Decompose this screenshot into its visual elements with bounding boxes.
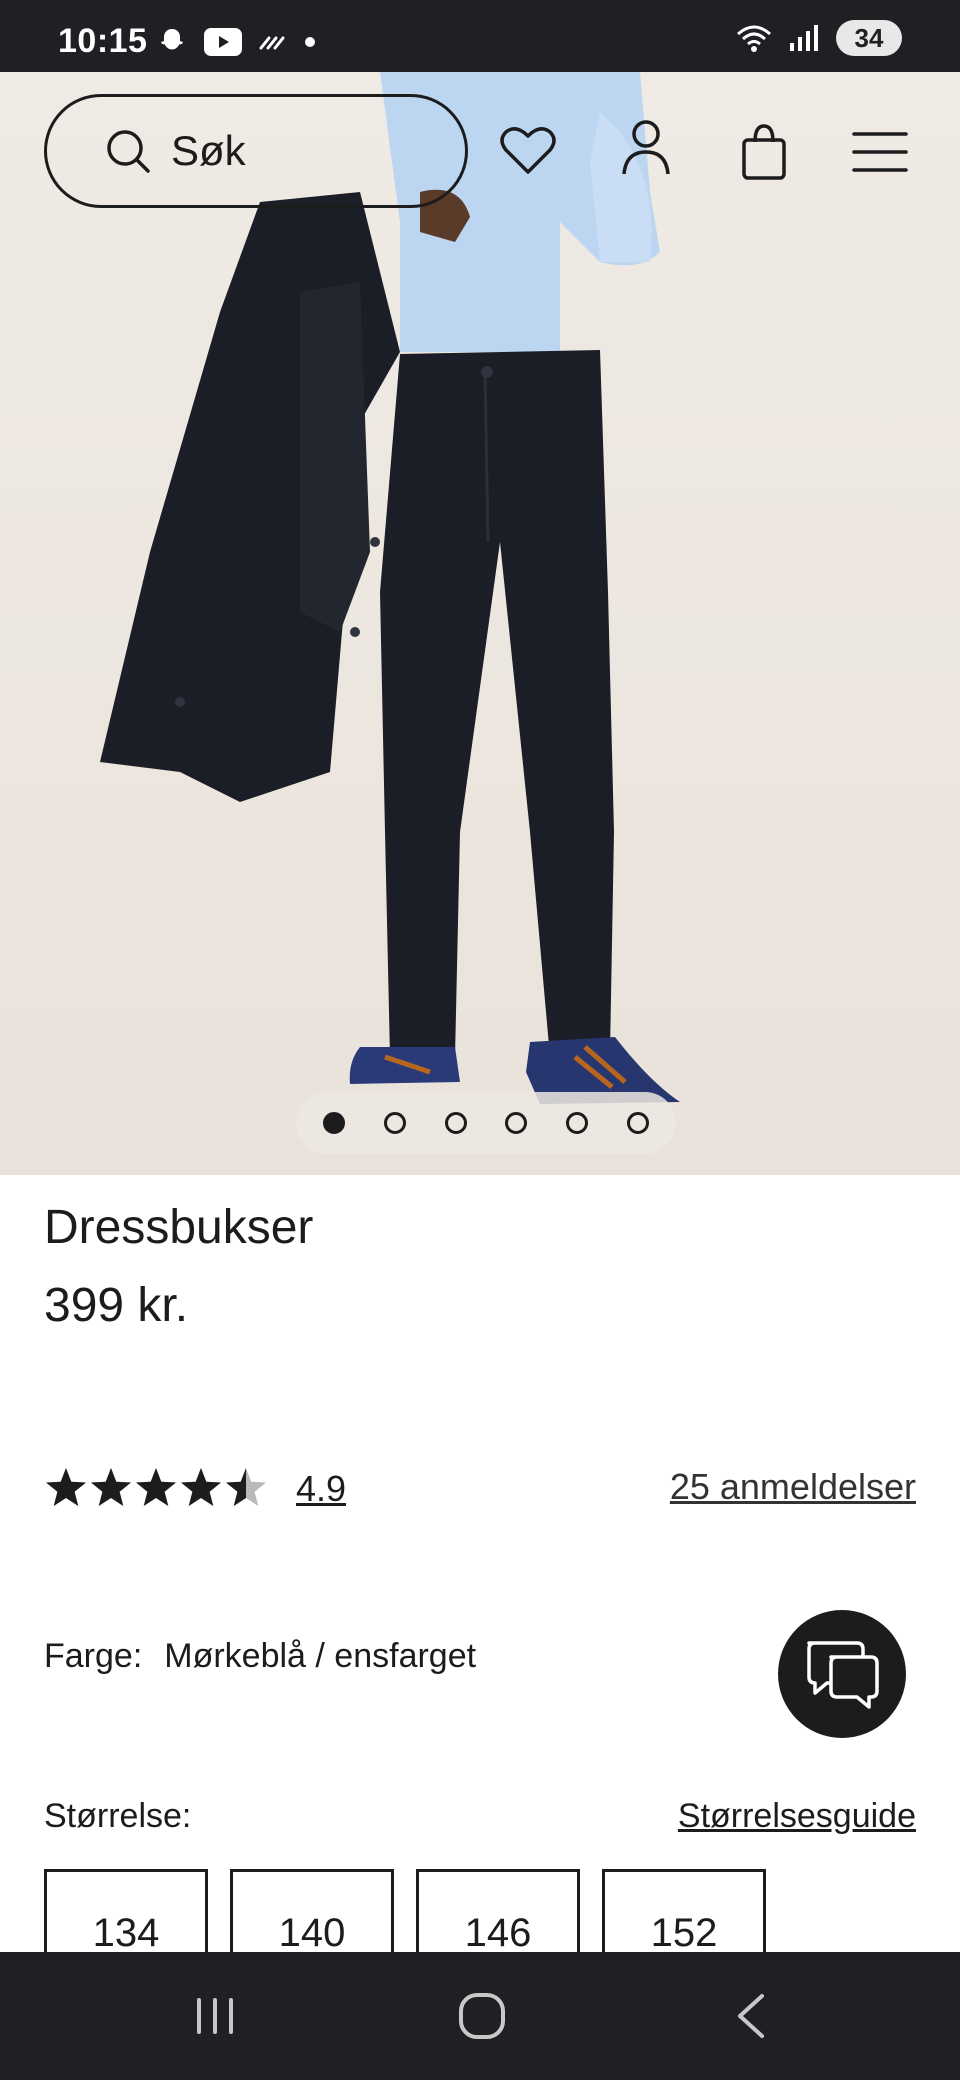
color-label: Farge: <box>44 1637 143 1675</box>
system-navigation-bar <box>0 1952 960 2080</box>
heart-icon[interactable] <box>498 120 558 180</box>
missed-call-icon <box>259 36 285 50</box>
dot-icon <box>305 37 315 47</box>
carousel-dot[interactable] <box>505 1112 528 1134</box>
user-icon[interactable] <box>616 118 676 178</box>
color-selection: Farge: Mørkeblå / ensfarget <box>44 1637 476 1676</box>
chat-button[interactable] <box>778 1610 906 1738</box>
product-price: 399 kr. <box>44 1279 189 1332</box>
reviews-link[interactable]: 25 anmeldelser <box>670 1466 916 1508</box>
rating-stars <box>46 1468 266 1506</box>
back-icon[interactable] <box>722 1986 782 2046</box>
carousel-dot[interactable] <box>565 1112 588 1134</box>
home-icon[interactable] <box>452 1986 512 2046</box>
product-photo <box>100 72 680 1104</box>
wifi-icon <box>737 25 771 52</box>
carousel-indicator <box>296 1092 676 1154</box>
carousel-dot[interactable] <box>383 1112 406 1134</box>
menu-icon[interactable] <box>850 122 910 182</box>
rating-value[interactable]: 4.9 <box>296 1468 346 1510</box>
status-bar: 10:15 34 <box>0 0 960 72</box>
chat-icon <box>807 1641 879 1709</box>
search-icon <box>107 130 150 173</box>
carousel-dot[interactable] <box>444 1112 467 1134</box>
status-time: 10:15 <box>58 22 148 60</box>
signal-icon <box>790 25 818 51</box>
product-image-carousel[interactable] <box>0 72 960 1175</box>
product-title: Dressbukser <box>44 1201 314 1254</box>
snapchat-icon <box>161 29 183 50</box>
star-icon-filled <box>181 1468 221 1506</box>
rating-summary[interactable]: 4.9 <box>44 1466 346 1512</box>
bag-icon[interactable] <box>734 122 794 182</box>
star-icon-filled <box>46 1468 86 1506</box>
status-system-icons: 34 <box>734 20 902 56</box>
recent-apps-icon[interactable] <box>185 1986 245 2046</box>
carousel-dot[interactable] <box>626 1112 649 1134</box>
carousel-dot[interactable] <box>323 1112 346 1134</box>
star-icon-filled <box>136 1468 176 1506</box>
star-icon-filled <box>91 1468 131 1506</box>
search-label: Søk <box>171 127 246 174</box>
size-label: Størrelse: <box>44 1797 192 1835</box>
size-guide-link[interactable]: Størrelsesguide <box>678 1797 916 1836</box>
youtube-icon <box>204 28 242 56</box>
search-bar[interactable]: Søk <box>44 94 468 208</box>
status-notification-icons <box>156 26 316 58</box>
color-value: Mørkeblå / ensfarget <box>164 1637 477 1675</box>
battery-indicator: 34 <box>836 20 902 56</box>
